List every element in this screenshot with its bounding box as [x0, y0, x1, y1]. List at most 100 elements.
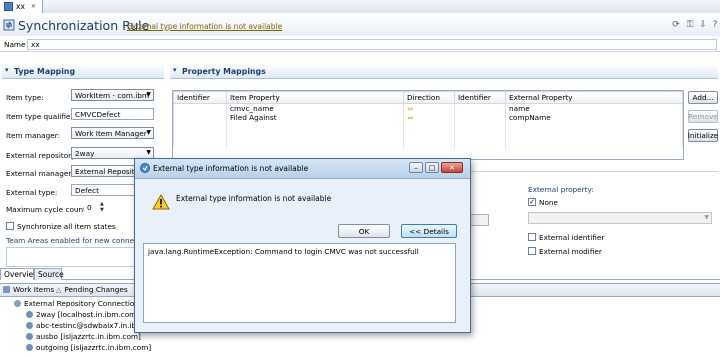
external-type-field[interactable]: Defect: [71, 184, 137, 196]
repository-icon: [26, 322, 33, 329]
work-items-icon: [3, 286, 10, 293]
team-areas-label: Team Areas enabled for new connection: [6, 236, 136, 245]
column-header[interactable]: Direction: [403, 91, 455, 104]
external-manager-combo[interactable]: External Repositor: [71, 165, 137, 177]
rule-file-icon: [4, 2, 13, 11]
external-repository-value: 2way: [75, 148, 95, 158]
repository-icon: [26, 344, 33, 351]
column-header[interactable]: External Property: [505, 91, 683, 104]
dialog-titlebar[interactable]: External type information is not availab…: [135, 159, 470, 179]
item-manager-label: Item manager:: [6, 131, 61, 140]
dialog-message: External type information is not availab…: [176, 194, 332, 203]
cell-ext-identifier: [454, 113, 506, 122]
none-label: None: [539, 198, 559, 207]
property-mappings-table: Identifier Item Property Direction Ident…: [173, 91, 683, 149]
repository-icon: [26, 311, 33, 318]
tree-item[interactable]: ausbo [isljazzrtc.in.ibm.com]: [26, 332, 141, 341]
item-type-value: WorkItem - com.ibm: [75, 90, 150, 100]
minimize-icon[interactable]: –: [409, 162, 423, 173]
sync-all-label: Synchronize all item states: [17, 222, 116, 231]
tree-item[interactable]: outgoing [isljazzrtc.in.ibm.com]: [26, 343, 151, 352]
details-text-area[interactable]: java.lang.RuntimeException: Command to l…: [143, 243, 456, 323]
add-button[interactable]: Add...: [688, 91, 718, 104]
tree-item-label: 2way [localhost.in.ibm.com]: [36, 310, 140, 319]
tree-item-label: outgoing [isljazzrtc.in.ibm.com]: [36, 343, 152, 352]
tree-item-label: ausbo [isljazzrtc.in.ibm.com]: [36, 332, 141, 341]
external-manager-value: External Repositor: [75, 166, 137, 176]
item-type-label: Item type:: [6, 93, 44, 102]
direction-icon: ⇔: [403, 113, 455, 122]
type-mapping-header[interactable]: ▾ Type Mapping: [2, 65, 164, 79]
item-manager-value: Work Item Manager: [75, 128, 147, 138]
lock-icon[interactable]: ⚿: [685, 20, 695, 30]
editor-tab-label: xx: [16, 2, 25, 11]
cell-ext-identifier: [454, 103, 506, 113]
external-identifier-checkbox[interactable]: [528, 233, 536, 241]
column-header[interactable]: Identifier: [454, 91, 506, 104]
tree-root-label: External Repository Connections: [24, 299, 143, 308]
team-areas-list[interactable]: [6, 247, 138, 267]
details-button[interactable]: << Details: [401, 224, 457, 238]
cell-item-property: Filed Against: [226, 113, 404, 122]
table-row[interactable]: Filed Against ⇔ compName: [173, 113, 683, 122]
spinner-icon[interactable]: ▲ ▼: [100, 201, 107, 213]
repository-icon: [26, 333, 33, 340]
name-field[interactable]: xx: [27, 39, 717, 50]
name-label: Name: [4, 40, 26, 49]
item-type-qualifier-label: Item type qualifier:: [6, 112, 76, 121]
view-pending-changes[interactable]: △ Pending Changes: [56, 285, 128, 294]
direction-icon: ⇔: [403, 103, 455, 113]
external-property-label: External property:: [528, 185, 594, 194]
direction-combo-tail[interactable]: [468, 214, 489, 226]
none-checkbox[interactable]: ✓: [528, 198, 536, 206]
cell-external-property: compName: [505, 113, 683, 122]
warning-link[interactable]: External type information is not availab…: [127, 22, 282, 31]
help-icon[interactable]: ?: [710, 20, 720, 30]
dropdown-arrow-icon: ▼: [146, 149, 151, 156]
warning-icon: [152, 194, 170, 210]
dropdown-arrow-icon: ▼: [146, 129, 151, 136]
column-header[interactable]: Identifier: [173, 91, 227, 104]
tab-overview[interactable]: Overview: [0, 268, 39, 280]
tree-root[interactable]: External Repository Connections: [14, 299, 143, 308]
collapse-icon[interactable]: ▾: [5, 66, 9, 74]
tab-source-label: Source: [38, 270, 64, 279]
tree-item-label: abc-testinc@sdwbaix7.in.ibm: [36, 321, 144, 330]
max-cycle-label: Maximum cycle count:: [6, 205, 89, 214]
view-pending-changes-label: Pending Changes: [64, 285, 128, 294]
dropdown-arrow-icon: ▼: [146, 91, 151, 98]
tab-source[interactable]: Source: [34, 268, 64, 280]
item-manager-combo[interactable]: Work Item Manager ▼: [71, 127, 154, 139]
ok-button[interactable]: OK: [338, 224, 390, 238]
maximize-icon[interactable]: □: [425, 162, 439, 173]
dialog-title: External type information is not availab…: [153, 164, 309, 173]
view-work-items-label: Work Items: [13, 285, 55, 294]
close-icon[interactable]: ✕: [31, 3, 36, 10]
item-type-qualifier-field[interactable]: CMVCDefect: [71, 108, 154, 120]
pending-changes-icon: △: [56, 285, 62, 294]
sync-all-checkbox[interactable]: [6, 222, 14, 230]
collapse-icon[interactable]: ▾: [173, 66, 177, 74]
close-icon[interactable]: ✕: [441, 162, 463, 173]
external-identifier-label: External identifier: [539, 233, 605, 242]
external-manager-label: External manager:: [6, 169, 74, 178]
initialize-button[interactable]: Initialize: [688, 129, 718, 142]
tree-item[interactable]: abc-testinc@sdwbaix7.in.ibm: [26, 321, 143, 330]
column-header[interactable]: Item Property: [226, 91, 404, 104]
item-type-combo[interactable]: WorkItem - com.ibm ▼: [71, 89, 154, 101]
export-icon[interactable]: ⇩: [698, 20, 708, 30]
property-mappings-header[interactable]: ▾ Property Mappings: [170, 65, 718, 79]
remove-button[interactable]: Remove: [688, 110, 718, 123]
dropdown-arrow-icon: ▼: [704, 214, 709, 221]
refresh-icon[interactable]: ⟳: [671, 20, 681, 30]
external-modifier-checkbox[interactable]: [528, 247, 536, 255]
cell-item-property: cmvc_name: [226, 103, 404, 113]
external-property-combo[interactable]: ▼: [528, 212, 712, 224]
tree-item[interactable]: 2way [localhost.in.ibm.com]: [26, 310, 139, 319]
cell-identifier: [173, 103, 227, 113]
property-mappings-table-frame: Identifier Item Property Direction Ident…: [172, 90, 684, 160]
table-row[interactable]: cmvc_name ⇔ name: [173, 103, 683, 113]
view-work-items[interactable]: Work Items: [3, 285, 54, 294]
type-mapping-title: Type Mapping: [14, 67, 76, 76]
editor-tab-xx[interactable]: xx ✕: [0, 0, 43, 13]
